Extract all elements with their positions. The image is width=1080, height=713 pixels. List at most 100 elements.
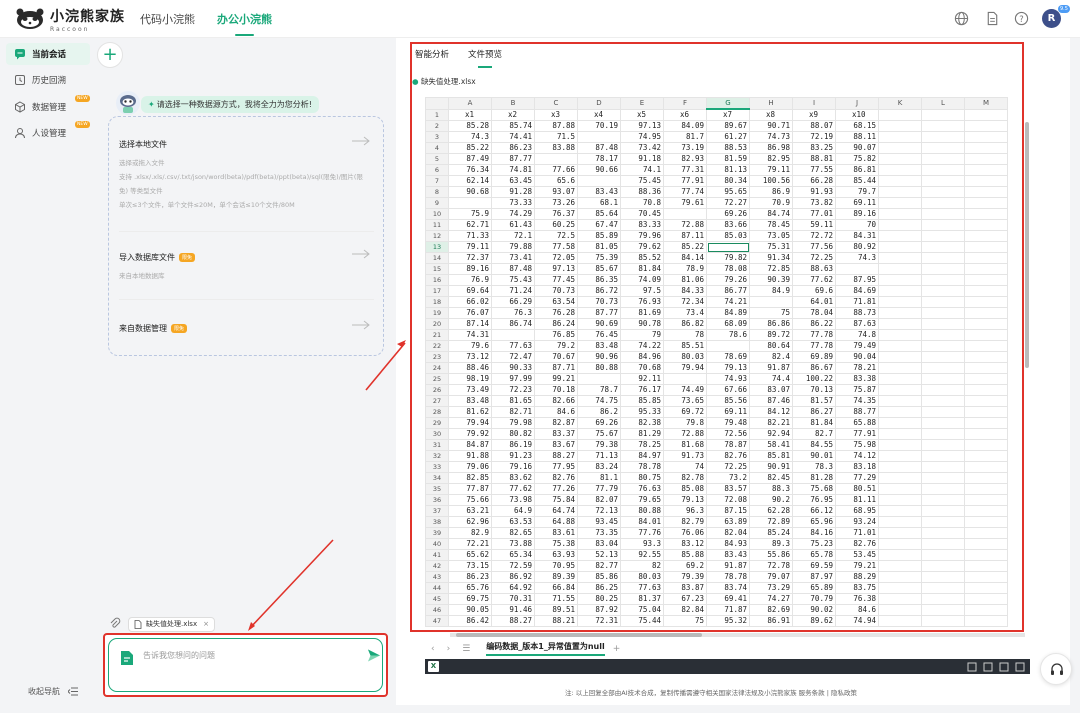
table-cell[interactable]: 82.45 — [749, 472, 793, 484]
table-cell[interactable]: 81.06 — [663, 274, 707, 286]
table-cell[interactable] — [921, 483, 965, 495]
table-cell[interactable]: x5 — [620, 108, 664, 121]
table-cell[interactable]: 83.66 — [706, 219, 750, 231]
table-cell[interactable]: 73.12 — [448, 351, 492, 363]
table-cell[interactable] — [577, 373, 621, 385]
table-cell[interactable]: 69.26 — [577, 417, 621, 429]
table-cell[interactable] — [964, 505, 1008, 517]
table-cell[interactable]: 84.96 — [620, 351, 664, 363]
table-cell[interactable] — [878, 296, 922, 308]
table-cell[interactable]: 75.04 — [620, 604, 664, 616]
table-cell[interactable] — [878, 373, 922, 385]
table-cell[interactable]: 88.27 — [491, 615, 535, 627]
table-cell[interactable]: 79.13 — [706, 362, 750, 374]
table-cell[interactable]: 90.04 — [835, 351, 879, 363]
table-cell[interactable]: 79.06 — [448, 461, 492, 473]
table-cell[interactable] — [921, 560, 965, 572]
table-cell[interactable]: 72.37 — [448, 252, 492, 264]
table-cell[interactable]: 74 — [663, 461, 707, 473]
table-cell[interactable] — [878, 417, 922, 429]
table-cell[interactable]: 85.24 — [749, 527, 793, 539]
table-cell[interactable]: 82.9 — [448, 527, 492, 539]
table-cell[interactable]: 86.82 — [663, 318, 707, 330]
table-cell[interactable]: 89.51 — [534, 604, 578, 616]
table-cell[interactable] — [921, 274, 965, 286]
row-number[interactable]: 33 — [425, 461, 449, 473]
table-cell[interactable]: 75.39 — [577, 252, 621, 264]
table-cell[interactable]: 87.11 — [663, 230, 707, 242]
table-cell[interactable]: 73.26 — [534, 197, 578, 209]
row-number[interactable]: 44 — [425, 582, 449, 594]
table-cell[interactable]: 90.68 — [448, 186, 492, 198]
row-number[interactable]: 22 — [425, 340, 449, 352]
table-cell[interactable] — [921, 472, 965, 484]
globe-icon[interactable] — [954, 11, 969, 26]
row-number[interactable]: 5 — [425, 153, 449, 165]
table-cell[interactable]: 82 — [620, 560, 664, 572]
table-cell[interactable] — [921, 186, 965, 198]
table-cell[interactable]: 78.21 — [835, 362, 879, 374]
table-cell[interactable]: 77.91 — [835, 428, 879, 440]
table-cell[interactable] — [964, 219, 1008, 231]
table-cell[interactable]: 84.6 — [835, 604, 879, 616]
table-cell[interactable] — [878, 439, 922, 451]
table-cell[interactable]: 76.28 — [534, 307, 578, 319]
table-cell[interactable] — [835, 263, 879, 275]
table-cell[interactable] — [878, 450, 922, 462]
table-cell[interactable]: 86.91 — [749, 615, 793, 627]
table-cell[interactable]: 73.4 — [663, 307, 707, 319]
table-cell[interactable]: 79.98 — [491, 417, 535, 429]
table-cell[interactable]: 85.56 — [706, 395, 750, 407]
table-cell[interactable]: 85.22 — [448, 142, 492, 154]
table-cell[interactable]: 69.89 — [792, 351, 836, 363]
table-cell[interactable] — [964, 252, 1008, 264]
row-number[interactable]: 42 — [425, 560, 449, 572]
row-number[interactable]: 13 — [425, 241, 449, 253]
table-cell[interactable]: 85.74 — [491, 120, 535, 132]
table-cell[interactable]: 79.49 — [835, 340, 879, 352]
table-cell[interactable]: 79.94 — [448, 417, 492, 429]
table-cell[interactable] — [878, 505, 922, 517]
spreadsheet-grid[interactable]: ABCDEFGHIJKLM 1 x1 x2 x3 x4 x5 x6 x7 x8 x9 x10 2 85.… — [425, 97, 1032, 627]
table-cell[interactable]: 83.48 — [448, 395, 492, 407]
table-cell[interactable]: 74.27 — [749, 593, 793, 605]
document-icon[interactable] — [985, 11, 1000, 26]
table-cell[interactable]: 75.84 — [534, 494, 578, 506]
table-cell[interactable]: 74.3 — [448, 131, 492, 143]
row-number[interactable]: 28 — [425, 406, 449, 418]
table-cell[interactable]: 84.01 — [620, 516, 664, 528]
table-cell[interactable] — [921, 120, 965, 132]
table-cell[interactable]: 90.05 — [448, 604, 492, 616]
table-cell[interactable] — [921, 384, 965, 396]
table-cell[interactable]: 88.73 — [835, 307, 879, 319]
table-cell[interactable]: 83.24 — [577, 461, 621, 473]
table-cell[interactable] — [921, 351, 965, 363]
table-cell[interactable]: 88.21 — [534, 615, 578, 627]
table-cell[interactable]: 88.46 — [448, 362, 492, 374]
table-cell[interactable]: 91.23 — [491, 450, 535, 462]
table-cell[interactable]: 89.39 — [534, 571, 578, 583]
column-header[interactable]: B — [491, 97, 535, 110]
table-cell[interactable]: 79.16 — [491, 461, 535, 473]
table-cell[interactable]: 77.45 — [534, 274, 578, 286]
column-header[interactable]: G — [706, 97, 750, 110]
table-cell[interactable] — [706, 241, 750, 253]
table-cell[interactable]: 65.34 — [491, 549, 535, 561]
row-number[interactable]: 31 — [425, 439, 449, 451]
table-cell[interactable]: 85.59 — [620, 626, 664, 627]
table-cell[interactable]: 70.9 — [749, 197, 793, 209]
row-number[interactable]: 46 — [425, 604, 449, 616]
table-cell[interactable] — [921, 516, 965, 528]
table-cell[interactable]: 85.44 — [835, 175, 879, 187]
table-cell[interactable] — [878, 516, 922, 528]
table-cell[interactable] — [878, 208, 922, 220]
table-cell[interactable]: 78.04 — [792, 307, 836, 319]
row-number[interactable]: 1 — [425, 108, 449, 121]
table-cell[interactable]: 79.11 — [448, 241, 492, 253]
table-cell[interactable]: 77.66 — [534, 164, 578, 176]
table-cell[interactable]: 90.71 — [749, 120, 793, 132]
column-header[interactable]: J — [835, 97, 879, 110]
table-cell[interactable]: 85.89 — [577, 230, 621, 242]
table-cell[interactable] — [878, 263, 922, 275]
table-cell[interactable]: 88.77 — [835, 406, 879, 418]
